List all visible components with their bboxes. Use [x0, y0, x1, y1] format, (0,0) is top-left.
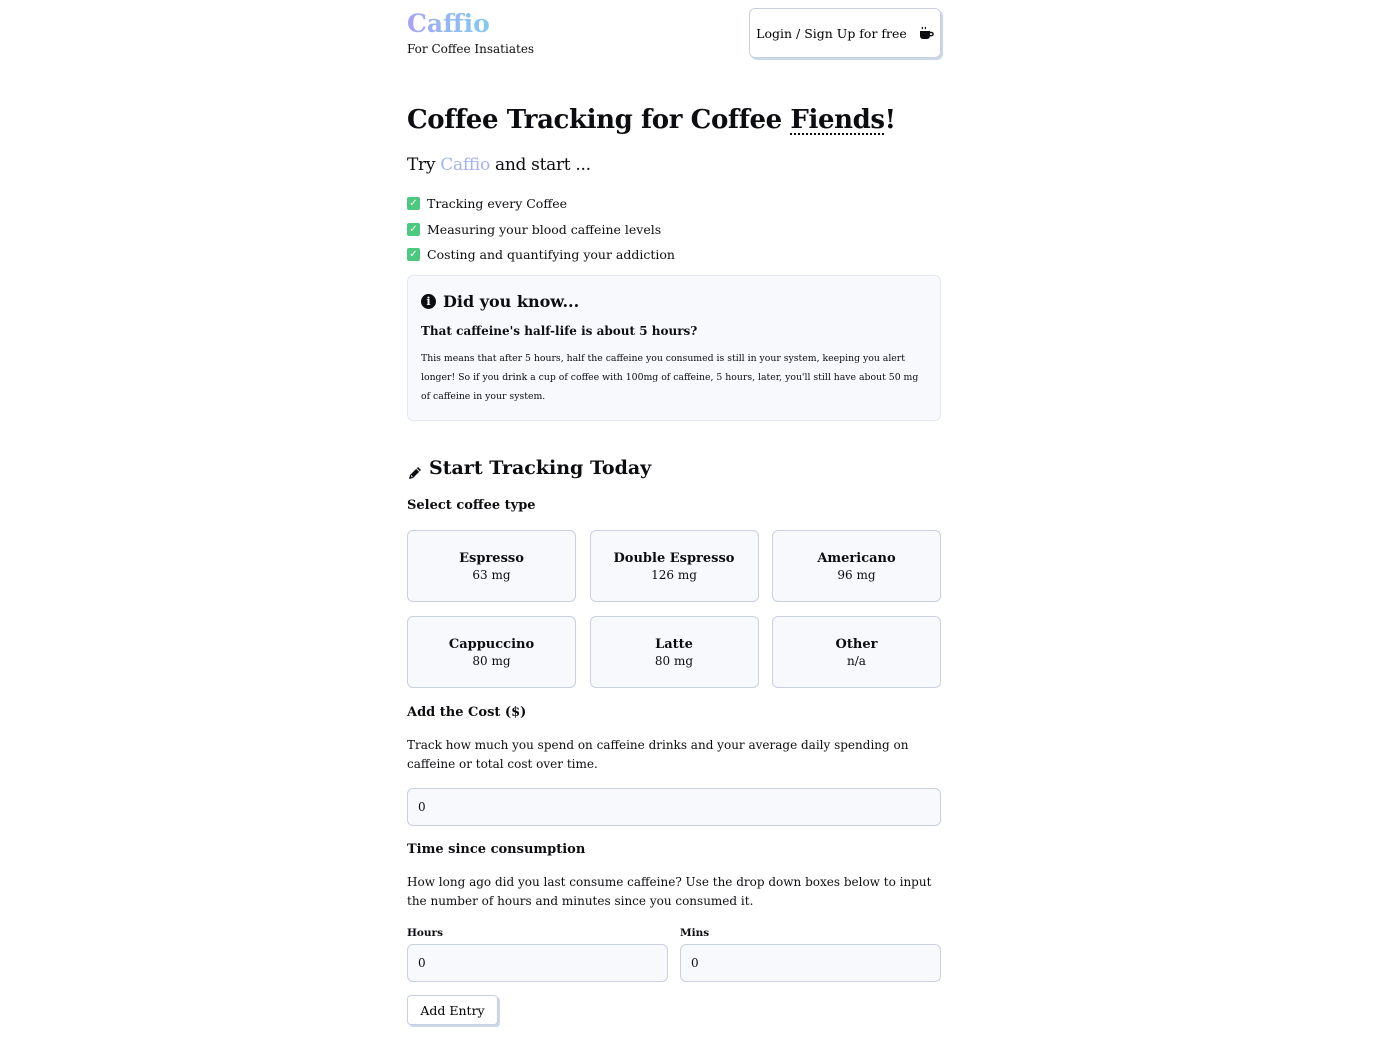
feature-text: Measuring your blood caffeine levels: [427, 221, 662, 237]
feature-text: Costing and quantifying your addiction: [427, 247, 675, 263]
subhead-prefix: Try: [407, 155, 441, 175]
tracking-title-text: Start Tracking Today: [429, 457, 652, 479]
coffee-option-cappuccino[interactable]: Cappuccino 80 mg: [407, 616, 576, 688]
hours-select[interactable]: 0: [407, 944, 668, 982]
subhead-suffix: and start ...: [489, 155, 591, 175]
coffee-type-grid: Espresso 63 mg Double Espresso 126 mg Am…: [407, 530, 941, 688]
login-signup-button[interactable]: Login / Sign Up for free: [749, 8, 941, 58]
feature-item: ✓ Tracking every Coffee: [407, 191, 675, 217]
add-entry-button[interactable]: Add Entry: [407, 995, 498, 1025]
coffee-name: Cappuccino: [448, 636, 535, 652]
info-title: i Did you know...: [421, 292, 579, 311]
time-description: How long ago did you last consume caffei…: [407, 875, 932, 908]
coffee-option-other[interactable]: Other n/a: [772, 616, 941, 688]
hero-subhead: Try Caffio and start ...: [407, 152, 591, 178]
subhead-brand: Caffio: [440, 155, 490, 175]
tracking-title: Start Tracking Today: [407, 453, 651, 483]
mins-select[interactable]: 0: [680, 944, 941, 982]
coffee-option-espresso[interactable]: Espresso 63 mg: [407, 530, 576, 602]
coffee-caffeine: n/a: [847, 653, 866, 668]
coffee-name: Espresso: [459, 550, 524, 566]
mins-value: 0: [691, 956, 699, 970]
coffee-option-double-espresso[interactable]: Double Espresso 126 mg: [589, 530, 759, 602]
hero-title-prefix: Coffee Tracking for Coffee: [407, 105, 791, 135]
coffee-caffeine: 80 mg: [654, 653, 694, 668]
select-coffee-label: Select coffee type: [407, 498, 536, 513]
hours-value: 0: [418, 956, 426, 970]
feature-item: ✓ Measuring your blood caffeine levels: [407, 217, 675, 243]
coffee-caffeine: 126 mg: [651, 567, 697, 582]
logo[interactable]: Caffio: [407, 9, 490, 39]
cost-value: 0: [418, 800, 426, 814]
cost-label: Add the Cost ($): [407, 705, 527, 720]
mins-label: Mins: [680, 927, 710, 939]
hero-title-suffix: !: [884, 105, 896, 135]
hero-title: Coffee Tracking for Coffee Fiends!: [407, 100, 896, 140]
checkmark-icon: ✓: [407, 222, 420, 236]
hero-title-emphasis: Fiends: [790, 105, 885, 135]
pencil-icon: [407, 460, 423, 479]
coffee-caffeine: 80 mg: [472, 653, 511, 668]
hours-label: Hours: [407, 927, 444, 939]
time-label: Time since consumption: [407, 842, 586, 857]
checkmark-icon: ✓: [407, 248, 420, 262]
coffee-caffeine: 63 mg: [472, 567, 511, 582]
tagline: For Coffee Insatiates: [407, 42, 535, 56]
header: Caffio For Coffee Insatiates Login / Sig…: [407, 0, 941, 62]
info-question: That caffeine's half-life is about 5 hou…: [421, 324, 698, 338]
coffee-name: Double Espresso: [613, 550, 735, 566]
info-title-text: Did you know...: [443, 292, 580, 311]
coffee-option-americano[interactable]: Americano 96 mg: [772, 530, 941, 602]
feature-list: ✓ Tracking every Coffee ✓ Measuring your b…: [407, 191, 675, 268]
did-you-know-card: i Did you know... That caffeine's half-l…: [407, 275, 941, 421]
coffee-name: Latte: [655, 636, 693, 652]
feature-text: Tracking every Coffee: [427, 196, 567, 212]
login-button-label: Login / Sign Up for free: [756, 25, 907, 41]
coffee-caffeine: 96 mg: [837, 567, 876, 582]
checkmark-icon: ✓: [407, 197, 420, 211]
feature-item: ✓ Costing and quantifying your addiction: [407, 242, 675, 268]
cost-input[interactable]: 0: [407, 788, 941, 826]
coffee-name: Other: [835, 636, 878, 652]
coffee-cup-icon: [919, 26, 934, 40]
coffee-option-latte[interactable]: Latte 80 mg: [589, 616, 759, 688]
cost-description: Track how much you spend on caffeine dri…: [407, 738, 909, 771]
info-text: This means that after 5 hours, half the …: [421, 353, 919, 402]
info-icon: i: [421, 294, 436, 309]
coffee-name: Americano: [817, 550, 896, 566]
